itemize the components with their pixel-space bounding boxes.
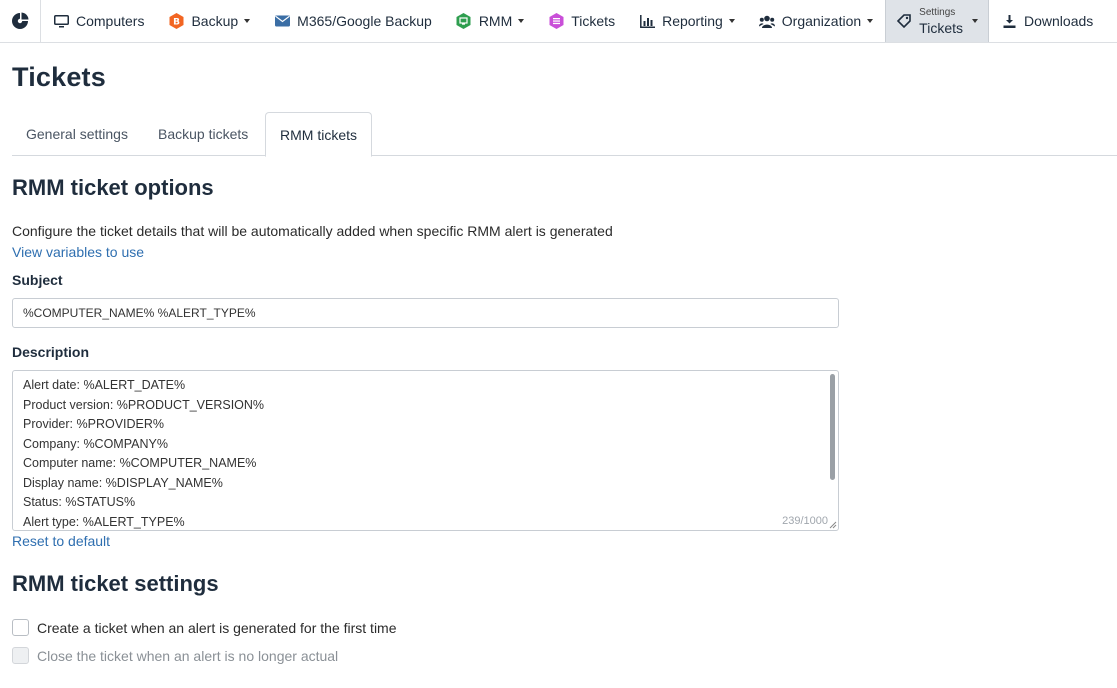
nav-settings-tickets[interactable]: Settings Tickets <box>885 0 989 42</box>
nav-label: RMM <box>478 13 513 29</box>
nav-backup[interactable]: B Backup <box>156 0 262 42</box>
create-ticket-option[interactable]: Create a ticket when an alert is generat… <box>12 619 397 636</box>
description-line: Display name: %DISPLAY_NAME% <box>23 475 223 490</box>
users-icon <box>758 13 775 29</box>
subject-label: Subject <box>12 272 63 288</box>
subject-input[interactable] <box>12 298 839 328</box>
nav-reporting[interactable]: Reporting <box>627 0 747 42</box>
nav-rmm[interactable]: RMM <box>444 0 536 42</box>
chevron-down-icon <box>972 19 978 23</box>
chevron-down-icon <box>728 19 735 23</box>
nav-label: Tickets <box>571 13 616 29</box>
tab-bar: General settings Backup tickets RMM tick… <box>12 112 1117 157</box>
envelope-icon <box>274 13 290 29</box>
nav-label: M365/Google Backup <box>297 13 432 29</box>
create-ticket-checkbox[interactable] <box>12 619 29 636</box>
description-line: Computer name: %COMPUTER_NAME% <box>23 456 257 470</box>
tab-backup-tickets[interactable]: Backup tickets <box>158 112 248 156</box>
page-title: Tickets <box>12 62 106 92</box>
nav-m365-google-backup[interactable]: M365/Google Backup <box>262 0 444 42</box>
settings-current-label: Tickets <box>919 19 963 36</box>
settings-label-stack: Settings Tickets <box>919 6 963 36</box>
nav-label: Organization <box>781 13 862 29</box>
description-line: Alert type: %ALERT_TYPE% <box>23 514 185 529</box>
options-description: Configure the ticket details that will b… <box>12 223 613 239</box>
nav-label: Computers <box>76 13 145 29</box>
logo[interactable] <box>0 0 41 42</box>
description-text: Alert date: %ALERT_DATE% Product version… <box>23 376 265 530</box>
description-label: Description <box>12 344 90 360</box>
top-navigation: Computers B Backup M365/Google Backup RM… <box>0 0 1117 43</box>
nav-label: Downloads <box>1024 13 1094 29</box>
textarea-scrollbar[interactable] <box>830 374 835 480</box>
description-line: Alert date: %ALERT_DATE% <box>23 378 186 392</box>
description-line: Company: %COMPANY% <box>23 436 168 451</box>
nav-label: Backup <box>191 13 239 29</box>
options-section-title: RMM ticket options <box>12 175 214 200</box>
nav-organization[interactable]: Organization <box>747 0 885 42</box>
close-ticket-label: Close the ticket when an alert is no lon… <box>37 647 339 664</box>
backup-hex-icon: B <box>168 13 184 29</box>
chart-icon <box>639 13 655 29</box>
tickets-hex-icon <box>548 13 564 29</box>
nav-computers[interactable]: Computers <box>41 0 156 42</box>
tag-icon <box>896 13 912 29</box>
close-ticket-option: Close the ticket when an alert is no lon… <box>12 647 338 664</box>
create-ticket-label: Create a ticket when an alert is generat… <box>37 619 397 636</box>
svg-text:B: B <box>173 18 180 28</box>
char-counter: 239/1000 <box>782 515 828 527</box>
close-ticket-checkbox <box>12 647 29 664</box>
nav-label: Reporting <box>662 13 723 29</box>
settings-small-label: Settings <box>919 6 956 18</box>
nav-tickets[interactable]: Tickets <box>536 0 627 42</box>
chevron-down-icon <box>518 19 525 23</box>
description-line: Status: %STATUS% <box>23 495 136 509</box>
resize-handle-icon[interactable] <box>829 521 837 529</box>
monitor-icon <box>53 13 69 29</box>
pie-logo-icon <box>12 12 29 29</box>
tab-rmm-tickets[interactable]: RMM tickets <box>265 112 372 157</box>
chevron-down-icon <box>867 19 874 23</box>
reset-to-default-link[interactable]: Reset to default <box>12 533 110 549</box>
description-textarea[interactable]: Alert date: %ALERT_DATE% Product version… <box>12 370 839 531</box>
download-icon <box>1001 13 1017 29</box>
description-line: Provider: %PROVIDER% <box>23 417 165 431</box>
tab-general-settings[interactable]: General settings <box>26 112 128 156</box>
rmm-hex-icon <box>456 13 472 29</box>
description-line: Product version: %PRODUCT_VERSION% <box>23 397 265 412</box>
nav-downloads[interactable]: Downloads <box>989 0 1105 42</box>
view-variables-link[interactable]: View variables to use <box>12 244 144 260</box>
settings-section-title: RMM ticket settings <box>12 571 219 596</box>
chevron-down-icon <box>244 19 251 23</box>
